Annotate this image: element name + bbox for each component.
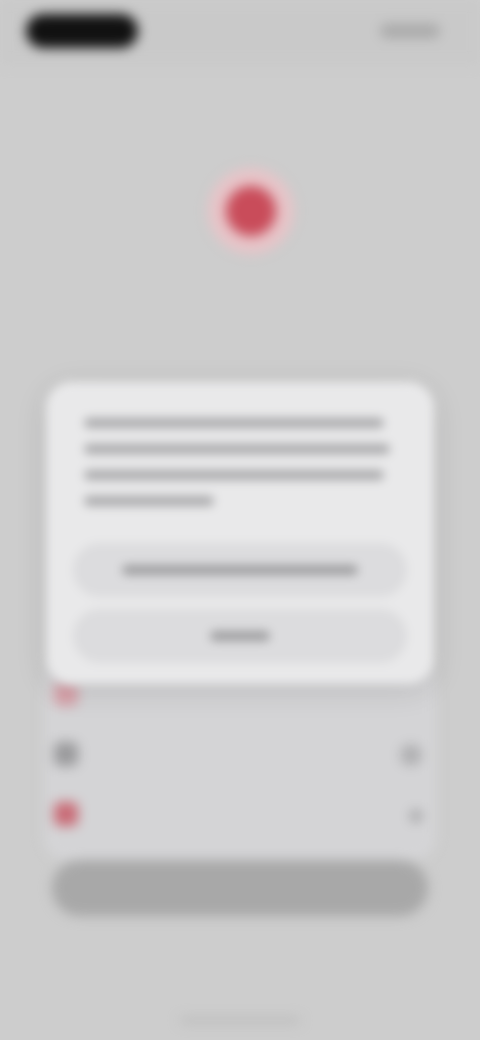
item-icon (54, 802, 78, 826)
list-item[interactable] (44, 724, 436, 784)
status-bar (0, 0, 480, 64)
toggle-icon[interactable] (400, 744, 422, 766)
dialog-confirm-text-bar (122, 565, 358, 575)
list-item[interactable] (44, 784, 436, 844)
item-icon (54, 682, 78, 706)
status-time-pill (26, 14, 138, 48)
dialog-text-line (84, 470, 384, 480)
primary-action-button[interactable] (52, 860, 428, 916)
dialog-confirm-button[interactable] (74, 544, 406, 596)
app-screen (0, 0, 480, 1040)
status-indicators (380, 24, 440, 38)
alert-dialog (46, 382, 434, 684)
record-icon (226, 186, 276, 236)
item-icon (54, 742, 78, 766)
dialog-text-line (84, 496, 214, 506)
dialog-text-line (84, 418, 384, 428)
dialog-text-line (84, 444, 390, 454)
dialog-cancel-button[interactable] (74, 610, 406, 662)
chevron-right-icon (410, 810, 422, 822)
home-indicator (180, 1018, 300, 1023)
dialog-cancel-text-bar (210, 631, 270, 641)
